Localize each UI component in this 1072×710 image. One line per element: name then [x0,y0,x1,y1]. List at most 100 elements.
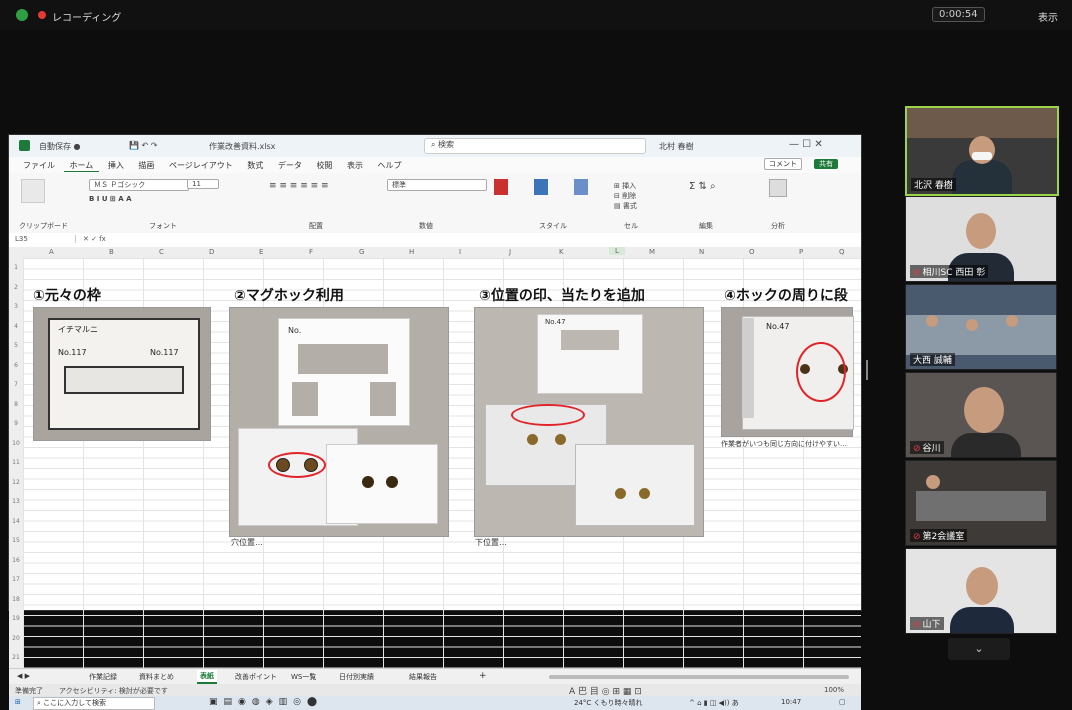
col-a[interactable]: A [49,248,54,256]
weather-widget[interactable]: 24°C くもり時々晴れ [574,698,643,708]
menu-draw[interactable]: 描画 [132,160,160,171]
analyze-icon[interactable] [769,179,787,197]
recording-label[interactable]: レコーディング [52,9,121,24]
col-f[interactable]: F [309,248,313,256]
caption-3[interactable]: 下位置… [475,537,507,548]
col-d[interactable]: D [209,248,214,256]
horizontal-scrollbar[interactable] [549,675,849,679]
menu-formulas[interactable]: 数式 [241,160,269,171]
sheet-tab-4[interactable]: 改善ポイント [235,672,277,682]
fx-icon[interactable]: ✕ ✓ fx [83,235,106,243]
notification-icon[interactable]: ▢ [839,698,846,706]
share-button[interactable]: 共有 [814,159,838,169]
taskbar-search[interactable]: ⌕ ここに入力して検索 [33,697,155,710]
row-21[interactable]: 21 [9,648,23,668]
section-title-2[interactable]: ②マグホック利用 [234,285,344,305]
number-format-select[interactable]: 標準 [387,179,487,191]
name-box[interactable]: L35 [15,235,76,243]
row-4[interactable]: 4 [9,317,23,337]
row-6[interactable]: 6 [9,356,23,376]
security-shield-icon[interactable] [16,9,28,21]
menu-help[interactable]: ヘルプ [372,160,408,171]
alignment-buttons[interactable]: ≡ ≡ ≡ ≡ ≡ ≡ [269,181,329,191]
row-20[interactable]: 20 [9,629,23,649]
paste-icon[interactable] [21,179,45,203]
row-9[interactable]: 9 [9,414,23,434]
meeting-timer[interactable]: 0:00:54 [932,7,985,22]
col-k[interactable]: K [559,248,564,256]
save-icon[interactable]: 💾 ↶ ↷ [129,141,157,150]
col-m[interactable]: M [649,248,655,256]
participant-tile-3[interactable]: 大西 誠輔 [905,284,1057,370]
row-17[interactable]: 17 [9,570,23,590]
participant-tile-5[interactable]: ⊘ 第2会議室 [905,460,1057,546]
menu-view[interactable]: 表示 [341,160,369,171]
row-12[interactable]: 12 [9,473,23,493]
cell-style-icon[interactable] [574,179,588,195]
autosum-icon[interactable]: Σ ⇅ ⌕ [689,181,716,192]
font-format-buttons[interactable]: B I U ⊞ A A [89,195,132,203]
col-j[interactable]: J [509,248,511,256]
window-controls[interactable]: — ☐ ✕ [789,139,823,150]
row-8[interactable]: 8 [9,395,23,415]
col-h[interactable]: H [409,248,414,256]
row-15[interactable]: 15 [9,531,23,551]
menu-home[interactable]: ホーム [63,160,100,172]
row-19[interactable]: 19 [9,609,23,629]
tab-scroll-arrows[interactable]: ◀ ▶ [17,672,30,680]
menu-data[interactable]: データ [272,160,308,171]
scroll-down-chevron-icon[interactable]: ⌄ [948,638,1010,660]
row-2[interactable]: 2 [9,278,23,298]
col-n[interactable]: N [699,248,704,256]
col-l[interactable]: L [609,247,625,255]
participant-tile-4[interactable]: ⊘ 谷川 [905,372,1057,458]
format-table-icon[interactable] [534,179,548,195]
menu-page-layout[interactable]: ページレイアウト [163,160,239,171]
user-name[interactable]: 北村 春樹 [659,141,694,152]
row-13[interactable]: 13 [9,492,23,512]
row-16[interactable]: 16 [9,551,23,571]
sheet-tab-5[interactable]: WS一覧 [291,672,316,682]
col-i[interactable]: I [459,248,461,256]
conditional-format-icon[interactable] [494,179,508,195]
row-10[interactable]: 10 [9,434,23,454]
sheet-tab-6[interactable]: 日付別実績 [339,672,374,682]
col-p[interactable]: P [799,248,803,256]
participant-tile-1[interactable]: 北沢 春樹 [905,106,1059,196]
row-14[interactable]: 14 [9,512,23,532]
autosave-toggle[interactable]: 自動保存 ● [39,141,81,152]
start-icon[interactable]: ⊞ [15,698,21,706]
menu-review[interactable]: 校閲 [310,160,338,171]
menu-insert[interactable]: 挿入 [102,160,130,171]
panel-divider-handle[interactable] [866,360,868,380]
col-o[interactable]: O [749,248,755,256]
section-title-1[interactable]: ①元々の枠 [33,285,101,305]
row-5[interactable]: 5 [9,336,23,356]
row-7[interactable]: 7 [9,375,23,395]
photo-original-frame[interactable]: イチマルニ No.117 No.117 [33,307,211,441]
row-18[interactable]: 18 [9,590,23,610]
accessibility-status[interactable]: アクセシビリティ: 検討が必要です [59,686,168,696]
menu-file[interactable]: ファイル [17,160,61,171]
search-box[interactable]: ⌕ 検索 [424,138,646,154]
col-e[interactable]: E [259,248,263,256]
taskbar-app-icons[interactable]: ▣▤◉◍◈▥◎⬤ [209,697,323,707]
tray-icons[interactable]: ^ ⌂ ▮ ◫ ◀)) あ [689,698,739,708]
participant-tile-6[interactable]: ⊘ 山下 [905,548,1057,634]
col-g[interactable]: G [359,248,364,256]
zoom-level[interactable]: 100% [824,686,844,694]
section-title-3[interactable]: ③位置の印、当たりを追加 [479,285,645,305]
sheet-tab-active[interactable]: 表紙 [197,670,217,684]
col-c[interactable]: C [159,248,164,256]
row-1[interactable]: 1 [9,258,23,278]
col-b[interactable]: B [109,248,114,256]
caption-2[interactable]: 穴位置… [231,537,263,548]
row-3[interactable]: 3 [9,297,23,317]
caption-4[interactable]: 作業者がいつも同じ方向に付けやすい… [721,439,861,449]
participant-tile-2[interactable]: ⊘ 相川SC 西田 彰 [905,196,1057,282]
sheet-tab-1[interactable]: 作業記録 [89,672,117,682]
taskbar-clock[interactable]: 10:47 [781,698,801,706]
photo-position-marks[interactable]: No.47 [474,307,704,537]
sheet-tab-2[interactable]: 資料まとめ [139,672,174,682]
cells-group-buttons[interactable]: ⊞ 挿入 ⊟ 削除 ▤ 書式 [614,181,637,211]
